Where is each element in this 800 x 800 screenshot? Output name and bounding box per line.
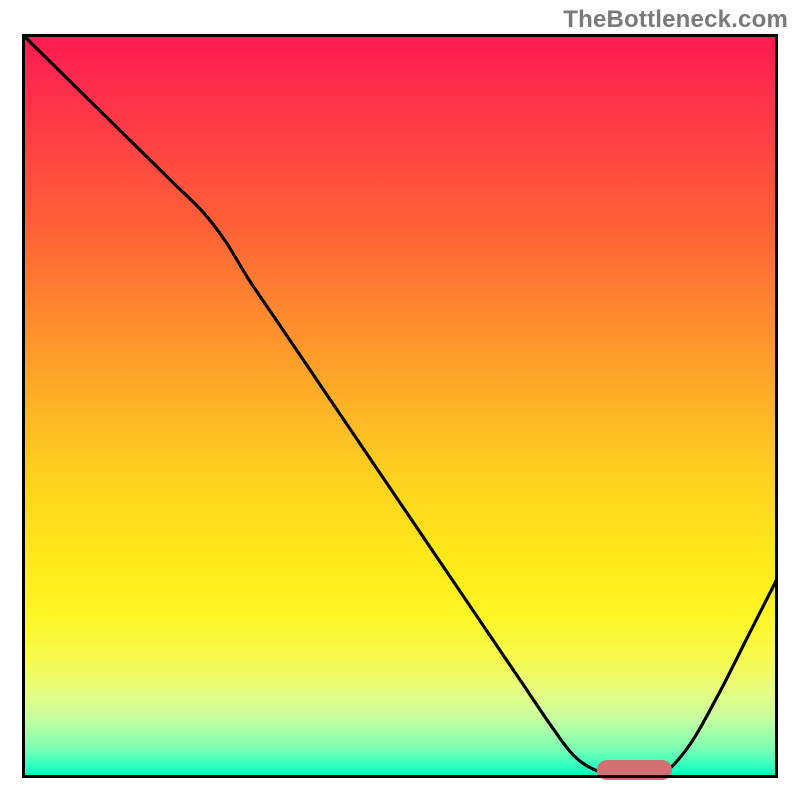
gradient-background — [22, 34, 778, 778]
chart-container: TheBottleneck.com — [0, 0, 800, 800]
plot-area — [22, 34, 778, 778]
optimal-range-marker — [597, 760, 673, 780]
watermark-text: TheBottleneck.com — [563, 6, 788, 34]
